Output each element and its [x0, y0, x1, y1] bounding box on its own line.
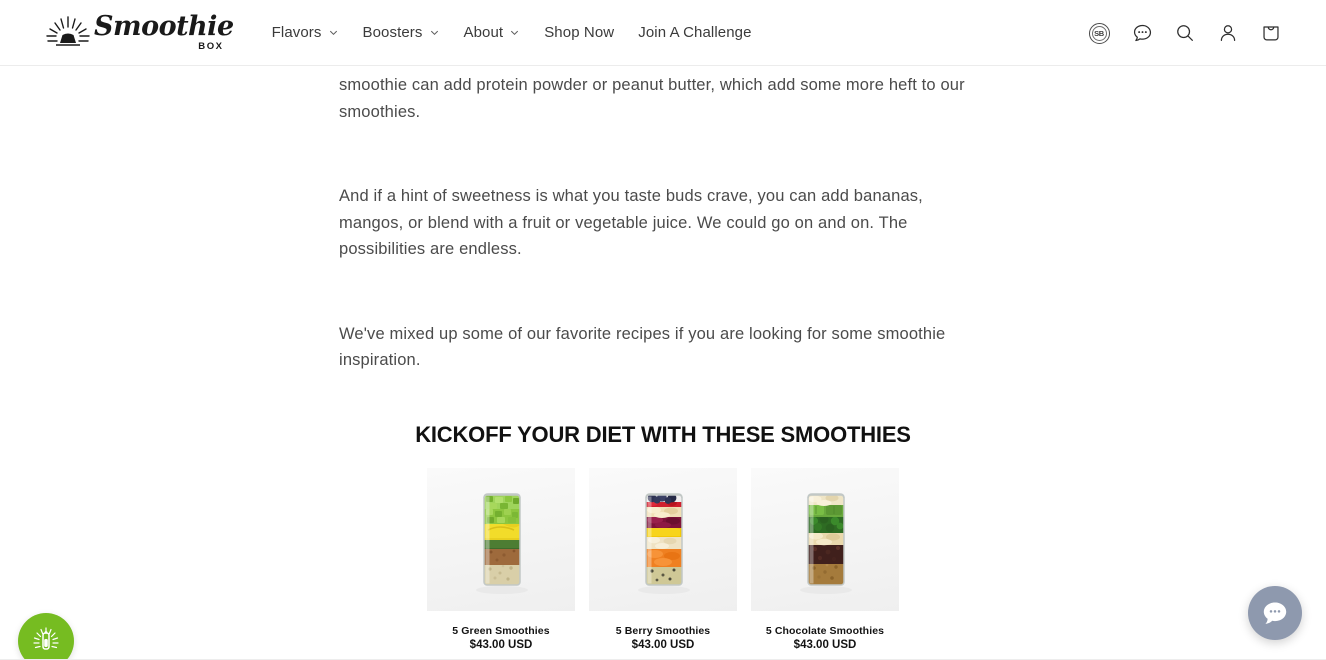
sb-badge-icon: SB [1088, 22, 1110, 44]
site-logo[interactable]: Smoothie BOX [44, 10, 234, 56]
product-card: 5 Green Smoothies $43.00 USD See details [427, 467, 575, 660]
article-paragraph-3: We've mixed up some of our favorite reci… [339, 324, 946, 370]
nav-item-flavors[interactable]: Flavors [272, 24, 339, 41]
product-image-chocolate[interactable] [751, 467, 899, 611]
berry-smoothie-jar [638, 492, 690, 594]
site-header: Smoothie BOX Flavors Boosters About Shop… [0, 0, 1326, 66]
account-icon [1220, 25, 1236, 41]
chat-launcher-button[interactable] [1248, 586, 1302, 640]
search-icon [1177, 25, 1193, 41]
shopping-bag-icon [1263, 26, 1279, 41]
sunburst-icon [46, 15, 90, 46]
sb-badge-label: SB [1094, 28, 1104, 38]
main-navigation: Flavors Boosters About Shop Now Join A C… [272, 24, 752, 41]
logo-wordmark: Smoothie [94, 11, 234, 42]
product-grid: 5 Green Smoothies $43.00 USD See details [339, 467, 987, 660]
product-image-green[interactable] [427, 467, 575, 611]
nav-label: Join A Challenge [638, 24, 752, 41]
rewards-launcher-button[interactable] [18, 613, 74, 660]
account-button[interactable] [1215, 20, 1241, 46]
nav-item-boosters[interactable]: Boosters [363, 24, 440, 41]
product-card: 5 Chocolate Smoothies $43.00 USD See det… [751, 467, 899, 660]
product-name: 5 Berry Smoothies [615, 624, 711, 637]
chevron-down-icon [430, 30, 438, 36]
nav-label: Shop Now [544, 24, 615, 41]
nav-item-shop-now[interactable]: Shop Now [544, 24, 614, 41]
nav-label: About [463, 24, 504, 41]
product-name: 5 Green Smoothies [452, 624, 550, 637]
chevron-down-icon [329, 30, 337, 36]
product-price: $43.00 USD [469, 638, 533, 651]
chocolate-smoothie-jar [800, 492, 852, 594]
article-body: smoothie can add protein powder or peanu… [339, 66, 987, 660]
chat-bubble-button[interactable] [1129, 20, 1155, 46]
page-content: smoothie can add protein powder or peanu… [0, 66, 1326, 660]
nav-item-about[interactable]: About [464, 24, 521, 41]
cart-button[interactable] [1258, 20, 1284, 46]
product-name: 5 Chocolate Smoothies [765, 624, 885, 637]
chevron-down-icon [511, 30, 519, 36]
nav-label: Flavors [271, 24, 322, 41]
logo-subtext: BOX [198, 41, 224, 52]
rewards-badge-button[interactable]: SB [1086, 20, 1112, 46]
product-price: $43.00 USD [793, 638, 857, 651]
product-card: 5 Berry Smoothies $43.00 USD See details [589, 467, 737, 660]
header-icon-group: SB [1086, 0, 1284, 66]
article-paragraph-2: And if a hint of sweetness is what you t… [339, 187, 923, 258]
products-section-title: KICKOFF YOUR DIET WITH THESE SMOOTHIES [415, 421, 911, 447]
article-paragraph-1: smoothie can add protein powder or peanu… [339, 76, 965, 121]
rewards-launcher-icon [33, 627, 59, 650]
product-image-berry[interactable] [589, 467, 737, 611]
search-button[interactable] [1172, 20, 1198, 46]
product-price: $43.00 USD [631, 638, 695, 651]
chat-launcher-icon [1263, 602, 1287, 624]
nav-label: Boosters [362, 24, 423, 41]
nav-item-join-a-challenge[interactable]: Join A Challenge [638, 24, 751, 41]
green-smoothie-jar [476, 492, 528, 594]
chat-bubble-icon [1133, 24, 1151, 41]
